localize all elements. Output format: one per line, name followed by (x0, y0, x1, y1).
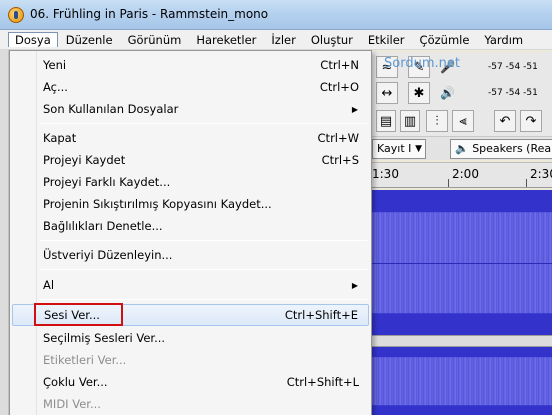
menu-item-label: MIDI Ver... (43, 397, 101, 411)
audio-track-waveform[interactable] (372, 190, 552, 335)
menu-duzenle[interactable]: Düzenle (59, 32, 120, 48)
play-meter-scale: -57 -54 -51 (488, 88, 538, 98)
input-device-label: Kayıt I (377, 142, 412, 155)
menu-yardim[interactable]: Yardım (477, 32, 530, 48)
menu-item-shortcut: Ctrl+N (320, 58, 359, 72)
menu-dosya[interactable]: Dosya (8, 32, 58, 47)
menu-item-label: Kapat (43, 131, 77, 145)
menu-etkiler[interactable]: Etkiler (361, 32, 412, 48)
device-toolbar: Kayıt I ▼ 🔈 Speakers (Realtek Hi (372, 136, 552, 160)
menu-item-label: Aç... (43, 80, 68, 94)
menu-separator (40, 299, 367, 300)
ruler-tick (526, 179, 527, 187)
menu-item-export-midi: MIDI Ver... (12, 393, 369, 415)
submenu-arrow-icon: ▶ (351, 280, 358, 290)
silence-icon[interactable]: ⫷ (452, 110, 474, 132)
menu-item-import[interactable]: Al ▶ (12, 274, 369, 296)
menu-item-label: Etiketleri Ver... (43, 353, 127, 367)
menu-izler[interactable]: İzler (264, 32, 302, 48)
menu-item-ac[interactable]: Aç... Ctrl+O (12, 76, 369, 98)
record-meter-scale: -57 -54 -51 (488, 62, 538, 72)
menu-item-label: Bağlılıkları Denetle... (43, 219, 163, 233)
menu-item-yeni[interactable]: Yeni Ctrl+N (12, 54, 369, 76)
ruler-label-2: 2:00 (452, 167, 479, 181)
window-title: 06. Frühling in Paris - Rammstein_mono (30, 7, 269, 21)
menu-item-edit-metadata[interactable]: Üstveriyi Düzenleyin... (12, 244, 369, 266)
undo-icon[interactable]: ↶ (494, 110, 516, 132)
ruler-label-3: 2:30 (530, 167, 552, 181)
output-device-combo[interactable]: 🔈 Speakers (Realtek Hi (450, 139, 552, 159)
menu-item-check-dependencies[interactable]: Bağlılıkları Denetle... (12, 215, 369, 237)
menu-item-shortcut: Ctrl+S (321, 153, 359, 167)
speaker-small-icon: 🔈 (455, 142, 469, 155)
menu-item-label: Yeni (43, 58, 67, 72)
menu-gorunum[interactable]: Görünüm (121, 32, 189, 48)
paste-icon[interactable]: ▥ (400, 110, 420, 132)
menu-item-export-selection[interactable]: Seçilmiş Sesleri Ver... (12, 327, 369, 349)
menu-separator (40, 269, 367, 270)
menu-hareketler[interactable]: Hareketler (189, 32, 263, 48)
menu-item-export-multiple[interactable]: Çoklu Ver... Ctrl+Shift+L (12, 371, 369, 393)
audacity-icon[interactable] (8, 7, 24, 23)
track-separator (372, 335, 552, 347)
title-bar: 06. Frühling in Paris - Rammstein_mono (0, 0, 552, 30)
menu-olustur[interactable]: Oluştur (304, 32, 360, 48)
menu-item-label: Al (43, 278, 55, 292)
highlight-annotation-box (34, 303, 123, 326)
input-device-combo[interactable]: Kayıt I ▼ (372, 139, 426, 159)
menu-item-label: Üstveriyi Düzenleyin... (43, 248, 173, 262)
menu-item-label: Projenin Sıkıştırılmış Kopyasını Kaydet.… (43, 197, 272, 211)
menu-item-label: Son Kullanılan Dosyalar (43, 102, 179, 116)
waveform (372, 357, 552, 405)
menu-item-save-compressed[interactable]: Projenin Sıkıştırılmış Kopyasını Kaydet.… (12, 193, 369, 215)
menu-separator (40, 123, 367, 124)
menu-item-label: Çoklu Ver... (43, 375, 108, 389)
multi-tool-icon[interactable]: ✱ (408, 82, 430, 104)
submenu-arrow-icon: ▶ (351, 104, 358, 114)
file-menu-dropdown: Yeni Ctrl+N Aç... Ctrl+O Son Kullanılan … (9, 50, 372, 415)
timeshift-tool-icon[interactable]: ↔ (376, 82, 398, 104)
output-device-label: Speakers (Realtek Hi (472, 142, 552, 155)
menu-separator (40, 240, 367, 241)
trim-icon[interactable]: ⫶ (426, 110, 448, 132)
menu-item-save-project[interactable]: Projeyi Kaydet Ctrl+S (12, 149, 369, 171)
ruler-label-1: 1:30 (372, 167, 399, 181)
waveform-center-line (372, 262, 552, 264)
menu-cozumle[interactable]: Çözümle (413, 32, 477, 48)
chevron-down-icon: ▼ (415, 144, 422, 154)
window-left-edge (0, 50, 9, 415)
redo-icon[interactable]: ↷ (520, 110, 542, 132)
menu-item-label: Seçilmiş Sesleri Ver... (43, 331, 166, 345)
menu-item-kapat[interactable]: Kapat Ctrl+W (12, 127, 369, 149)
menu-item-shortcut: Ctrl+Shift+L (286, 375, 359, 389)
timeline-ruler[interactable]: 1:30 2:00 2:30 (372, 162, 552, 188)
ruler-tick (448, 179, 449, 187)
menu-item-save-project-as[interactable]: Projeyi Farklı Kaydet... (12, 171, 369, 193)
cut-icon[interactable]: ▤ (376, 110, 396, 132)
menu-bar: Dosya Düzenle Görünüm Hareketler İzler O… (0, 30, 552, 50)
audio-track-waveform-2[interactable] (372, 347, 552, 415)
menu-item-shortcut: Ctrl+Shift+E (284, 308, 358, 322)
menu-item-shortcut: Ctrl+O (319, 80, 359, 94)
speaker-icon[interactable]: 🔊 (440, 86, 455, 100)
menu-item-export-labels: Etiketleri Ver... (12, 349, 369, 371)
menu-item-label: Projeyi Kaydet (43, 153, 126, 167)
menu-item-label: Projeyi Farklı Kaydet... (43, 175, 171, 189)
menu-item-shortcut: Ctrl+W (317, 131, 359, 145)
watermark: Sordum.net (384, 56, 460, 71)
menu-item-recent-files[interactable]: Son Kullanılan Dosyalar ▶ (12, 98, 369, 120)
